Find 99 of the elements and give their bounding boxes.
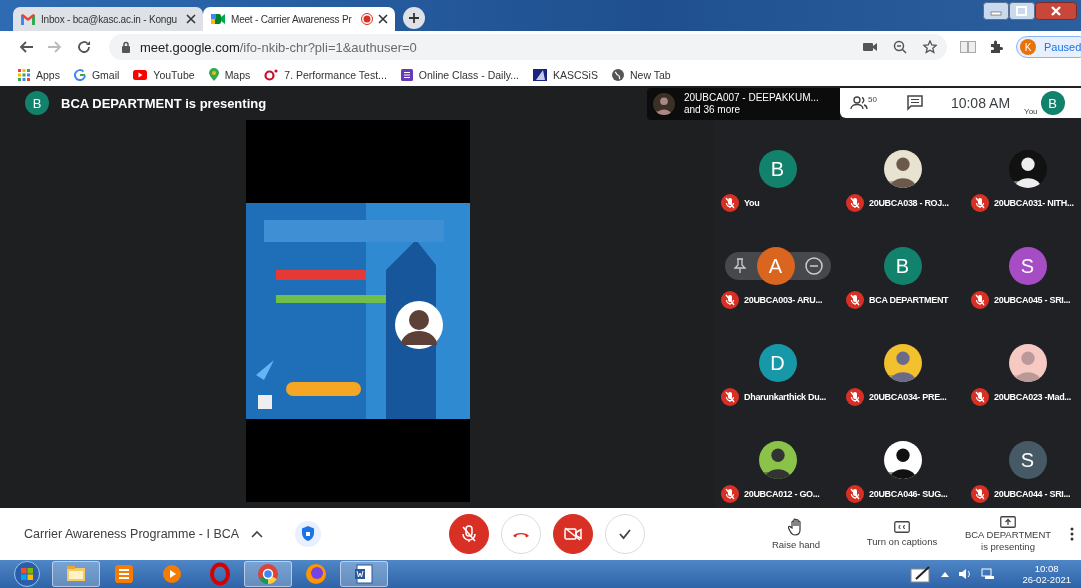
participant-name: 20UBCA045 - SRI...	[994, 295, 1071, 305]
people-button[interactable]: 50	[850, 96, 897, 110]
participant-name: 20UBCA031- NITH...	[994, 198, 1074, 208]
participant-name: 20UBCA034- PRE...	[869, 392, 947, 402]
list-form-icon	[400, 68, 413, 81]
chat-icon[interactable]	[906, 95, 923, 111]
meeting-clock: 10:08 AM	[950, 95, 1011, 111]
more-icon[interactable]	[1070, 527, 1074, 541]
bookmark[interactable]: YouTube	[133, 68, 195, 81]
profile-avatar: K	[1020, 39, 1036, 55]
browser-tab[interactable]: Meet - Carrier Awareness Pr	[203, 7, 395, 31]
participant-avatar: A	[756, 247, 795, 285]
bookmark[interactable]: Gmail	[73, 68, 120, 81]
tab-title: Meet - Carrier Awareness Pr	[231, 13, 353, 25]
letter-logo-icon	[73, 68, 86, 81]
address-bar[interactable]: meet.google.com/ifo-nkib-chr?pli=1&authuser=0	[109, 34, 947, 60]
meeting-title: Carrier Awareness Programme - I BCA	[24, 527, 240, 541]
shield-icon[interactable]	[295, 521, 322, 547]
new-tab-icon[interactable]	[403, 7, 425, 29]
viewer-more: and 36 more	[684, 104, 742, 116]
participant-avatar: S	[1008, 247, 1047, 285]
participant-avatar: B	[758, 150, 797, 188]
bookmark[interactable]: New Tab	[611, 68, 671, 81]
present-icon	[1000, 516, 1016, 528]
bookmark[interactable]: Apps	[18, 68, 60, 81]
firefox-icon[interactable]	[304, 562, 328, 586]
camera-button[interactable]	[553, 514, 593, 554]
caret-icon[interactable]	[941, 571, 950, 577]
pin-icon[interactable]	[732, 258, 747, 274]
ring-icon	[264, 68, 279, 81]
check-button[interactable]	[605, 514, 645, 554]
globe-icon	[611, 68, 624, 81]
lock-icon	[121, 41, 131, 53]
profile-status: Paused	[1044, 41, 1081, 53]
self-avatar: B	[1040, 91, 1065, 115]
participant-name: You	[744, 198, 760, 208]
caret-icon[interactable]	[251, 530, 264, 538]
minimize-icon[interactable]	[983, 2, 1009, 20]
close-icon[interactable]	[186, 14, 196, 24]
people-icon	[850, 96, 868, 110]
microphone-button[interactable]	[449, 514, 489, 554]
check-icon	[618, 528, 632, 540]
participant-avatar: B	[883, 247, 922, 285]
presenting-button[interactable]: BCA DEPARTMENT is presenting	[964, 516, 1052, 552]
zoom-out-icon[interactable]	[893, 40, 907, 54]
video-camera-icon	[564, 527, 582, 541]
bookmark[interactable]: Online Class - Daily...	[400, 68, 519, 81]
remove-icon[interactable]	[804, 257, 823, 275]
presenter-label: BCA DEPARTMENT is presenting	[61, 95, 267, 111]
video-call-icon	[210, 13, 226, 25]
action-button[interactable]: Raise hand	[752, 518, 840, 550]
mail-icon	[20, 13, 36, 25]
self-label: You	[1024, 107, 1038, 116]
document-app-icon[interactable]	[352, 562, 376, 586]
start-button-icon[interactable]	[12, 561, 42, 587]
puzzle-icon[interactable]	[989, 40, 1003, 54]
browser-tab[interactable]: Inbox - bca@kasc.ac.in - Kongu	[13, 7, 203, 31]
participant-name: 20UBCA003- ARU...	[744, 295, 823, 305]
play-icon	[133, 69, 148, 80]
hand-icon	[788, 518, 804, 536]
restore-icon[interactable]	[1009, 2, 1035, 20]
profile-button[interactable]: K Paused	[1016, 36, 1081, 58]
participant-avatar: D	[758, 344, 797, 382]
url-text: meet.google.com/ifo-nkib-chr?pli=1&authuser=0	[140, 39, 418, 55]
presenter-avatar: B	[25, 91, 49, 115]
back-icon[interactable]	[18, 39, 34, 55]
reload-icon[interactable]	[76, 39, 92, 55]
close-icon[interactable]	[1035, 2, 1077, 20]
chrome-icon[interactable]	[256, 562, 280, 586]
volume-icon[interactable]	[958, 568, 973, 580]
participant-name: 20UBCA038 - ROJ...	[869, 198, 949, 208]
viewer-name: 20UBCA007 - DEEPAKKUM...	[684, 92, 819, 104]
camera-icon[interactable]	[863, 42, 877, 52]
taskbar-date: 26-02-2021	[1022, 574, 1071, 585]
captions-icon	[894, 521, 910, 533]
mic-icon	[461, 525, 477, 543]
participant-avatar: S	[1008, 441, 1047, 479]
apps-icon	[18, 68, 30, 81]
participant-name: BCA DEPARTMENT	[869, 295, 949, 305]
map-pin-icon	[208, 68, 219, 81]
participant-name: 20UBCA044 - SRI...	[994, 489, 1071, 499]
star-icon[interactable]	[923, 40, 937, 54]
participant-name: 20UBCA046- SUG...	[869, 489, 948, 499]
taskbar-time: 10:08	[1034, 563, 1059, 574]
pen-tablet-icon[interactable]	[910, 565, 933, 583]
bookmark[interactable]: 7. Performance Test...	[264, 68, 387, 81]
media-player-icon[interactable]	[160, 562, 184, 586]
participant-name: 20UBCA023 -Mad...	[994, 392, 1071, 402]
bookmark[interactable]: KASCSiS	[533, 68, 598, 81]
close-icon[interactable]	[378, 14, 388, 24]
tab-title: Inbox - bca@kasc.ac.in - Kongu	[41, 13, 178, 25]
app-icon[interactable]	[112, 562, 136, 586]
network-icon[interactable]	[981, 568, 996, 580]
emblem-icon	[533, 68, 547, 81]
participant-name: Dharunkarthick Du...	[744, 392, 827, 402]
participant-name: 20UBCA012 - GO...	[744, 489, 820, 499]
action-button[interactable]: Turn on captions	[858, 521, 946, 547]
phone-icon	[512, 530, 530, 538]
bookmark[interactable]: Maps	[208, 68, 251, 81]
